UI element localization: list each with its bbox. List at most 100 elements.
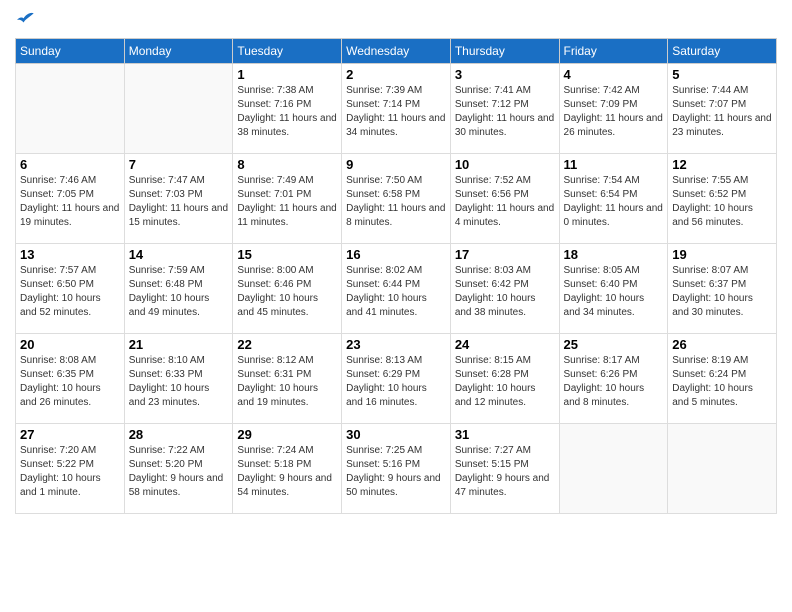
day-number: 19 [672,247,772,262]
day-number: 7 [129,157,229,172]
day-info: Sunrise: 7:24 AM Sunset: 5:18 PM Dayligh… [237,444,337,500]
day-number: 6 [20,157,120,172]
day-number: 12 [672,157,772,172]
calendar-cell: 21 Sunrise: 8:10 AM Sunset: 6:33 PM Dayli… [124,334,233,424]
day-info: Sunrise: 8:13 AM Sunset: 6:29 PM Dayligh… [346,354,446,410]
day-number: 11 [564,157,664,172]
day-info: Sunrise: 7:39 AM Sunset: 7:14 PM Dayligh… [346,84,446,140]
day-number: 27 [20,427,120,442]
day-number: 13 [20,247,120,262]
calendar-table: SundayMondayTuesdayWednesdayThursdayFrid… [15,38,777,514]
calendar-cell: 28 Sunrise: 7:22 AM Sunset: 5:20 PM Dayli… [124,424,233,514]
calendar-cell: 20 Sunrise: 8:08 AM Sunset: 6:35 PM Dayli… [16,334,125,424]
day-info: Sunrise: 7:59 AM Sunset: 6:48 PM Dayligh… [129,264,229,320]
logo-bird-icon [17,10,37,30]
day-number: 2 [346,67,446,82]
day-info: Sunrise: 7:50 AM Sunset: 6:58 PM Dayligh… [346,174,446,230]
day-number: 25 [564,337,664,352]
day-info: Sunrise: 7:25 AM Sunset: 5:16 PM Dayligh… [346,444,446,500]
calendar-cell: 15 Sunrise: 8:00 AM Sunset: 6:46 PM Dayli… [233,244,342,334]
calendar-cell: 30 Sunrise: 7:25 AM Sunset: 5:16 PM Dayli… [342,424,451,514]
day-info: Sunrise: 8:02 AM Sunset: 6:44 PM Dayligh… [346,264,446,320]
calendar-cell: 22Sunrise: 8:12 AM Sunset: 6:31 PM Dayli… [233,334,342,424]
day-number: 24 [455,337,555,352]
calendar-cell: 24 Sunrise: 8:15 AM Sunset: 6:28 PM Dayli… [450,334,559,424]
day-number: 26 [672,337,772,352]
day-info: Sunrise: 7:27 AM Sunset: 5:15 PM Dayligh… [455,444,555,500]
day-number: 21 [129,337,229,352]
day-info: Sunrise: 8:15 AM Sunset: 6:28 PM Dayligh… [455,354,555,410]
day-info: Sunrise: 8:07 AM Sunset: 6:37 PM Dayligh… [672,264,772,320]
calendar-cell: 19 Sunrise: 8:07 AM Sunset: 6:37 PM Dayli… [668,244,777,334]
day-info: Sunrise: 7:49 AM Sunset: 7:01 PM Dayligh… [237,174,337,230]
day-number: 1 [237,67,337,82]
calendar-cell: 25Sunrise: 8:17 AM Sunset: 6:26 PM Dayli… [559,334,668,424]
calendar-cell: 29 Sunrise: 7:24 AM Sunset: 5:18 PM Dayli… [233,424,342,514]
day-info: Sunrise: 8:10 AM Sunset: 6:33 PM Dayligh… [129,354,229,410]
day-number: 22 [237,337,337,352]
day-info: Sunrise: 7:44 AM Sunset: 7:07 PM Dayligh… [672,84,772,140]
day-number: 23 [346,337,446,352]
day-number: 17 [455,247,555,262]
day-number: 16 [346,247,446,262]
calendar-cell: 6 Sunrise: 7:46 AM Sunset: 7:05 PM Daylig… [16,154,125,244]
calendar-cell: 31 Sunrise: 7:27 AM Sunset: 5:15 PM Dayli… [450,424,559,514]
weekday-header-wednesday: Wednesday [342,39,451,64]
day-number: 4 [564,67,664,82]
day-info: Sunrise: 7:41 AM Sunset: 7:12 PM Dayligh… [455,84,555,140]
day-number: 29 [237,427,337,442]
calendar-cell: 18Sunrise: 8:05 AM Sunset: 6:40 PM Dayli… [559,244,668,334]
day-number: 18 [564,247,664,262]
calendar-cell [668,424,777,514]
logo [15,10,37,30]
calendar-cell: 14 Sunrise: 7:59 AM Sunset: 6:48 PM Dayli… [124,244,233,334]
weekday-header-friday: Friday [559,39,668,64]
day-info: Sunrise: 7:52 AM Sunset: 6:56 PM Dayligh… [455,174,555,230]
calendar-cell [559,424,668,514]
day-info: Sunrise: 7:46 AM Sunset: 7:05 PM Dayligh… [20,174,120,230]
weekday-header-thursday: Thursday [450,39,559,64]
day-number: 31 [455,427,555,442]
calendar-cell: 13 Sunrise: 7:57 AM Sunset: 6:50 PM Dayli… [16,244,125,334]
day-info: Sunrise: 7:42 AM Sunset: 7:09 PM Dayligh… [564,84,664,140]
day-number: 15 [237,247,337,262]
day-number: 28 [129,427,229,442]
calendar-cell: 3 Sunrise: 7:41 AM Sunset: 7:12 PM Daylig… [450,64,559,154]
calendar-cell: 17 Sunrise: 8:03 AM Sunset: 6:42 PM Dayli… [450,244,559,334]
day-info: Sunrise: 8:00 AM Sunset: 6:46 PM Dayligh… [237,264,337,320]
weekday-header-saturday: Saturday [668,39,777,64]
calendar-cell: 23 Sunrise: 8:13 AM Sunset: 6:29 PM Dayli… [342,334,451,424]
day-number: 5 [672,67,772,82]
day-info: Sunrise: 8:08 AM Sunset: 6:35 PM Dayligh… [20,354,120,410]
calendar-cell: 10Sunrise: 7:52 AM Sunset: 6:56 PM Dayli… [450,154,559,244]
day-info: Sunrise: 7:20 AM Sunset: 5:22 PM Dayligh… [20,444,120,500]
calendar-cell: 12 Sunrise: 7:55 AM Sunset: 6:52 PM Dayli… [668,154,777,244]
calendar-cell [124,64,233,154]
day-number: 3 [455,67,555,82]
calendar-cell: 11 Sunrise: 7:54 AM Sunset: 6:54 PM Dayli… [559,154,668,244]
weekday-header-sunday: Sunday [16,39,125,64]
calendar-cell: 9Sunrise: 7:50 AM Sunset: 6:58 PM Daylig… [342,154,451,244]
calendar-cell: 27 Sunrise: 7:20 AM Sunset: 5:22 PM Dayli… [16,424,125,514]
day-info: Sunrise: 7:22 AM Sunset: 5:20 PM Dayligh… [129,444,229,500]
calendar-cell: 16 Sunrise: 8:02 AM Sunset: 6:44 PM Dayli… [342,244,451,334]
day-info: Sunrise: 7:38 AM Sunset: 7:16 PM Dayligh… [237,84,337,140]
day-info: Sunrise: 8:03 AM Sunset: 6:42 PM Dayligh… [455,264,555,320]
day-number: 30 [346,427,446,442]
calendar-cell: 2 Sunrise: 7:39 AM Sunset: 7:14 PM Daylig… [342,64,451,154]
day-info: Sunrise: 7:47 AM Sunset: 7:03 PM Dayligh… [129,174,229,230]
calendar-cell [16,64,125,154]
day-number: 14 [129,247,229,262]
calendar-cell: 7 Sunrise: 7:47 AM Sunset: 7:03 PM Daylig… [124,154,233,244]
calendar-cell: 4 Sunrise: 7:42 AM Sunset: 7:09 PM Daylig… [559,64,668,154]
day-number: 20 [20,337,120,352]
day-number: 8 [237,157,337,172]
day-info: Sunrise: 7:54 AM Sunset: 6:54 PM Dayligh… [564,174,664,230]
day-info: Sunrise: 8:19 AM Sunset: 6:24 PM Dayligh… [672,354,772,410]
weekday-header-tuesday: Tuesday [233,39,342,64]
day-info: Sunrise: 7:55 AM Sunset: 6:52 PM Dayligh… [672,174,772,230]
day-info: Sunrise: 7:57 AM Sunset: 6:50 PM Dayligh… [20,264,120,320]
weekday-header-monday: Monday [124,39,233,64]
calendar-cell: 26 Sunrise: 8:19 AM Sunset: 6:24 PM Dayli… [668,334,777,424]
page-header [15,10,777,30]
